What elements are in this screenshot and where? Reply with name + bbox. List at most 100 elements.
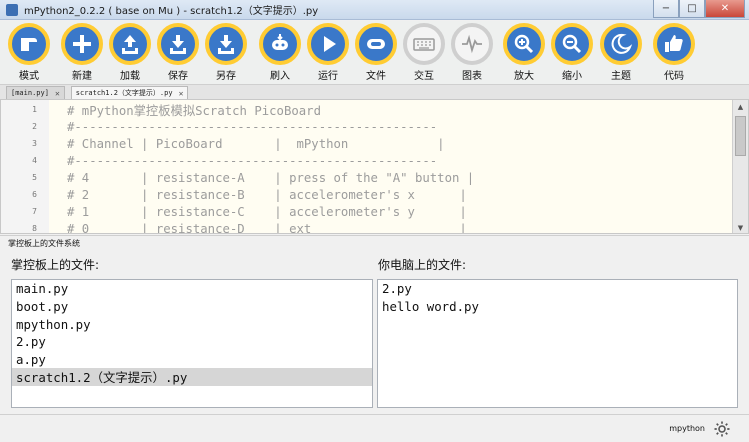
- status-bar: mpython: [0, 414, 749, 442]
- files-label: 文件: [366, 71, 386, 82]
- list-item[interactable]: mpython.py: [12, 315, 372, 333]
- editor-tabs: [main.py] ✕ scratch1.2（文字提示）.py ✕: [0, 85, 749, 99]
- flash-button[interactable]: 刷入: [256, 23, 304, 83]
- line-number: 2: [32, 122, 37, 131]
- list-item[interactable]: 2.py: [12, 333, 372, 351]
- zoom-out-icon: [551, 23, 593, 65]
- scroll-down-icon[interactable]: ▼: [733, 221, 748, 233]
- close-button[interactable]: ✕: [705, 0, 745, 18]
- code-text: # Channel | PicoBoard | mPython |: [67, 136, 445, 151]
- mode-indicator: mpython: [669, 424, 705, 433]
- zoom-in-label: 放大: [514, 71, 534, 82]
- zoom-in-button[interactable]: 放大: [500, 23, 548, 83]
- mode-icon: [8, 23, 50, 65]
- line-number: 6: [32, 190, 37, 199]
- files-button[interactable]: 文件: [352, 23, 400, 83]
- code-text: # 4 | resistance-A | press of the "A" bu…: [67, 170, 475, 185]
- save-as-button[interactable]: 另存: [202, 23, 250, 83]
- mode-label: 模式: [19, 71, 39, 82]
- close-icon[interactable]: ✕: [179, 89, 184, 98]
- device-file-list[interactable]: main.py boot.py mpython.py 2.py a.py scr…: [11, 279, 373, 408]
- filesystem-header: 掌控板上的文件系统: [0, 235, 749, 251]
- files-icon: [355, 23, 397, 65]
- line-number: 5: [32, 173, 37, 182]
- save-button[interactable]: 保存: [154, 23, 202, 83]
- code-editor[interactable]: 1 # mPython掌控板模拟Scratch PicoBoard 2 #-----…: [0, 99, 749, 234]
- list-item[interactable]: a.py: [12, 351, 372, 369]
- repl-button[interactable]: 交互: [400, 23, 448, 83]
- computer-file-list[interactable]: 2.py hello word.py: [377, 279, 738, 408]
- load-label: 加载: [120, 71, 140, 82]
- play-icon: [307, 23, 349, 65]
- scroll-thumb[interactable]: [735, 116, 746, 156]
- device-files-label: 掌控板上的文件:: [11, 258, 100, 272]
- save-as-label: 另存: [216, 71, 236, 82]
- code-text: # mPython掌控板模拟Scratch PicoBoard: [67, 103, 321, 118]
- keyboard-icon: [403, 23, 445, 65]
- tab-scratch[interactable]: scratch1.2（文字提示）.py ✕: [70, 86, 189, 99]
- zoom-out-label: 缩小: [562, 71, 582, 82]
- code-line: 5 # 4 | resistance-A | press of the "A" b…: [1, 169, 731, 186]
- computer-files-label: 你电脑上的文件:: [378, 258, 467, 272]
- theme-button[interactable]: 主题: [597, 23, 645, 83]
- run-label: 运行: [318, 71, 338, 82]
- new-button[interactable]: 新建: [58, 23, 106, 83]
- maximize-button[interactable]: □: [679, 0, 705, 18]
- code-line: 1 # mPython掌控板模拟Scratch PicoBoard: [1, 101, 731, 118]
- tab-main[interactable]: [main.py] ✕: [6, 86, 65, 99]
- list-item-selected[interactable]: scratch1.2（文字提示）.py: [12, 368, 372, 387]
- download-icon: [205, 23, 247, 65]
- thumbs-up-icon: [653, 23, 695, 65]
- title-bar: mPython2_0.2.2 ( base on Mu ) - scratch1…: [0, 0, 749, 20]
- zoom-in-icon: [503, 23, 545, 65]
- list-item[interactable]: boot.py: [12, 298, 372, 316]
- code-text: # 0 | resistance-D | ext |: [67, 221, 467, 234]
- code-text: #---------------------------------------…: [67, 153, 438, 168]
- code-line: 2 #--------------------------------------…: [1, 118, 731, 135]
- new-label: 新建: [72, 71, 92, 82]
- code-line: 3 # Channel | PicoBoard | mPython |: [1, 135, 731, 152]
- close-icon[interactable]: ✕: [55, 89, 60, 98]
- code-text: # 2 | resistance-B | accelerometer's x |: [67, 187, 467, 202]
- window-controls: − □ ✕: [653, 0, 745, 18]
- upload-icon: [109, 23, 151, 65]
- editor-scrollbar[interactable]: ▲ ▼: [732, 100, 748, 233]
- line-number: 1: [32, 105, 37, 114]
- tab-label: scratch1.2（文字提示）.py: [75, 89, 173, 97]
- minimize-button[interactable]: −: [653, 0, 679, 18]
- load-button[interactable]: 加载: [106, 23, 154, 83]
- zoom-out-button[interactable]: 缩小: [548, 23, 596, 83]
- flash-label: 刷入: [270, 71, 290, 82]
- toolbar: 模式 新建 加载 保存 另存 刷入 运行 文件 交互 图表 放大 缩小 主题 代…: [0, 21, 749, 85]
- list-item[interactable]: hello word.py: [378, 298, 737, 316]
- tab-label: [main.py]: [11, 89, 49, 97]
- line-number: 7: [32, 207, 37, 216]
- code-line: 4 #--------------------------------------…: [1, 152, 731, 169]
- line-number: 4: [32, 156, 37, 165]
- list-item[interactable]: 2.py: [378, 280, 737, 298]
- plotter-button[interactable]: 图表: [448, 23, 496, 83]
- flash-icon: [259, 23, 301, 65]
- code-line: 8 # 0 | resistance-D | ext |: [1, 220, 731, 234]
- list-item[interactable]: main.py: [12, 280, 372, 298]
- check-code-label: 代码: [664, 71, 684, 82]
- window-title: mPython2_0.2.2 ( base on Mu ) - scratch1…: [24, 6, 319, 17]
- download-icon: [157, 23, 199, 65]
- mode-button[interactable]: 模式: [5, 23, 53, 83]
- check-code-button[interactable]: 代码: [650, 23, 698, 83]
- line-number: 8: [32, 224, 37, 233]
- pulse-icon: [451, 23, 493, 65]
- save-label: 保存: [168, 71, 188, 82]
- theme-label: 主题: [611, 71, 631, 82]
- app-icon: [6, 3, 18, 16]
- gear-icon[interactable]: [713, 420, 731, 438]
- run-button[interactable]: 运行: [304, 23, 352, 83]
- code-text: # 1 | resistance-C | accelerometer's y |: [67, 204, 467, 219]
- scroll-up-icon[interactable]: ▲: [733, 100, 748, 114]
- moon-icon: [600, 23, 642, 65]
- code-line: 6 # 2 | resistance-B | accelerometer's x …: [1, 186, 731, 203]
- code-text: #---------------------------------------…: [67, 119, 438, 134]
- line-number: 3: [32, 139, 37, 148]
- plus-icon: [61, 23, 103, 65]
- repl-label: 交互: [414, 71, 434, 82]
